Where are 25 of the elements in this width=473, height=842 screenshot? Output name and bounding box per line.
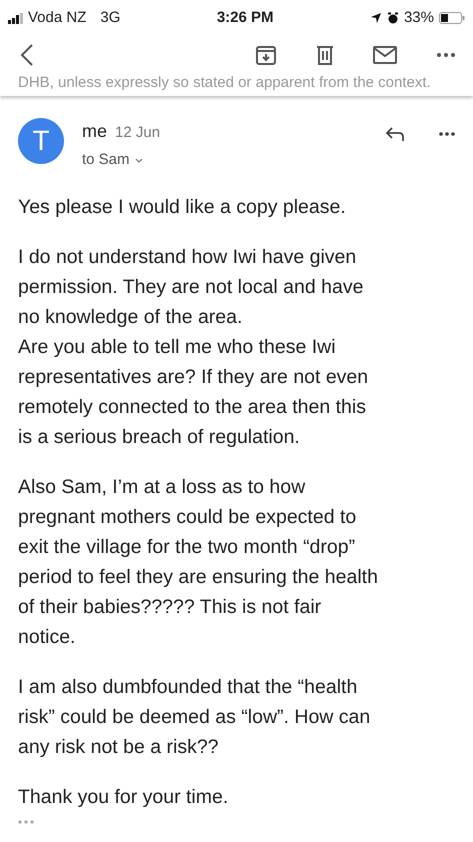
signal-icon [8,12,24,24]
message-more-button[interactable] [439,132,455,136]
battery-icon [439,12,465,24]
message-date: 12 Jun [115,123,160,143]
sender-name: me [82,120,108,143]
avatar: T [18,118,64,164]
background-text: DHB, unless expressly so stated or apparent from the context. [17,74,432,92]
recipient-toggle[interactable]: to Sam [82,149,143,172]
message-paragraph: I am also dumbfounded that the “health risk” could be deemed as “low”. How can any risk not be a risk?? [18,674,370,760]
delete-button[interactable] [315,44,335,66]
more-button[interactable] [437,53,455,57]
carrier-name: Voda NZ [28,8,86,28]
network-type: 3G [100,8,120,28]
message-paragraph: I do not understand how Iwi have given permission. They are not local and have no knowledge of the area. Are you able to tell me who these Iwi representatives are? If they are not even remotely connected to the area then this is a serious breach of regulation. [18,244,368,450]
status-time: 3:26 PM [216,8,274,28]
mail-button[interactable] [373,46,397,64]
caret-icon [134,158,143,163]
alarm-icon [386,12,399,24]
archive-button[interactable] [255,44,277,66]
message-paragraph: Yes please I would like a copy please. [18,194,346,220]
message-paragraph: Thank you for your time. [18,784,228,810]
location-icon [370,12,382,24]
battery-percent: 33% [404,8,434,28]
message-paragraph: Also Sam, I’m at a loss as to how pregnant mothers could be expected to exit the village for the two month “drop” period to feel they are ensuring the health of their babies????? This is not fair notice. [18,474,378,650]
reply-button[interactable] [385,126,405,142]
